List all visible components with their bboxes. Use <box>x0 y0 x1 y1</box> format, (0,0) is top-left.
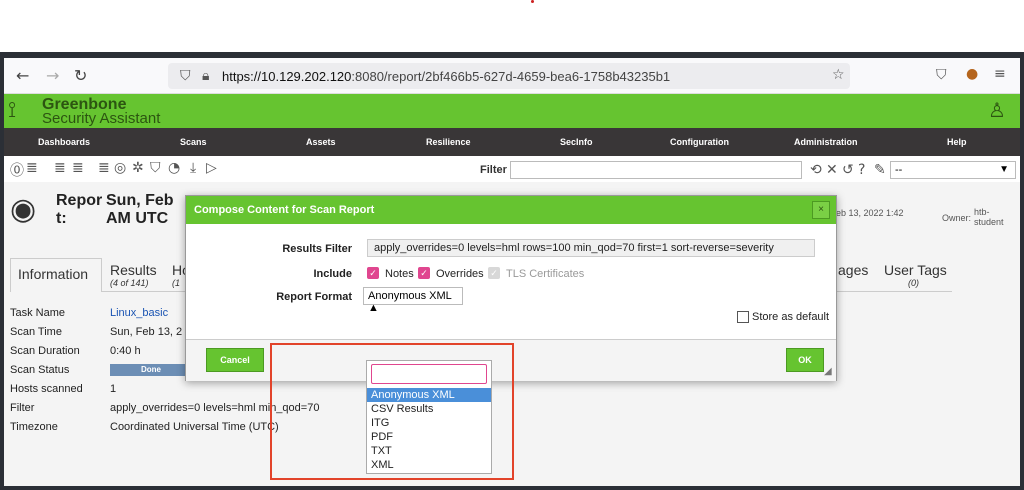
detail-value: Sun, Feb 13, 2 <box>110 326 183 338</box>
menu-help[interactable]: Help <box>947 137 967 147</box>
report-format-label: Report Format <box>276 291 352 303</box>
start-icon[interactable]: ▷ <box>206 160 217 176</box>
owner-value-1: htb- <box>974 207 990 217</box>
detail-label: Hosts scanned <box>10 383 83 395</box>
download-icon[interactable]: ⤓ <box>190 160 196 176</box>
menu-scans[interactable]: Scans <box>180 137 207 147</box>
report-radar-icon: ◉ <box>10 192 37 227</box>
url-host: https://10.129.202.120 <box>222 69 352 84</box>
filter-select[interactable]: -- ▼ <box>890 161 1016 179</box>
tls-label: TLS Certificates <box>506 268 585 280</box>
shield-icon[interactable]: ⛉ <box>180 68 191 84</box>
greenbone-logo-icon: ⟟ <box>8 98 17 123</box>
tab-user-tags[interactable]: User Tags <box>884 262 947 278</box>
menu-administration[interactable]: Administration <box>794 137 858 147</box>
url-text[interactable]: https://10.129.202.120:8080/report/2bf46… <box>222 69 670 84</box>
clear-filter-icon[interactable]: ✕ <box>826 162 838 178</box>
refresh-filter-icon[interactable]: ⟲ <box>810 162 822 178</box>
report-format-select[interactable]: Anonymous XML ▲ <box>363 287 463 314</box>
overrides-checkbox[interactable]: ✓ <box>418 267 430 279</box>
dialog-title: Compose Content for Scan Report <box>194 204 375 216</box>
report-date: eb 13, 2022 1:42 <box>836 208 904 218</box>
red-dot <box>531 0 534 3</box>
menu-dashboards[interactable]: Dashboards <box>38 137 90 147</box>
report-title-a: Repor <box>56 192 103 209</box>
owner-label: Owner: <box>942 213 972 223</box>
store-default-label: Store as default <box>752 311 830 323</box>
include-label: Include <box>313 268 352 280</box>
chevron-down-icon: ▼ <box>999 164 1009 175</box>
notes-label: Notes <box>385 268 414 280</box>
tab-user-tags-count: (0) <box>908 278 919 288</box>
bug-icon[interactable]: ✲ <box>132 160 144 176</box>
close-icon[interactable]: × <box>812 201 830 219</box>
tab-information-label: Information <box>18 266 89 282</box>
filter-label: Filter <box>480 164 507 176</box>
highlight-annotation-box <box>270 343 514 480</box>
browser-window: ← → ↻ ⛉ 🔒︎ https://10.129.202.120:8080/r… <box>4 58 1020 486</box>
report-title-c: Sun, Feb <box>106 192 174 209</box>
lock-icon[interactable]: 🔒︎ <box>202 68 209 84</box>
detail-value-task[interactable]: Linux_basic <box>110 307 168 319</box>
help-icon[interactable]: ⓪ <box>10 160 24 180</box>
cookie-icon[interactable]: ● <box>966 66 978 82</box>
user-icon[interactable]: ♙ <box>988 98 1006 122</box>
dialog-title-bar[interactable]: Compose Content for Scan Report <box>186 196 836 224</box>
owner-value-2: student <box>974 217 1004 227</box>
back-icon[interactable]: ← <box>16 66 29 85</box>
status-badge: Done <box>110 364 192 376</box>
tab-pages[interactable]: ages <box>838 262 868 278</box>
detail-label: Task Name <box>10 307 66 319</box>
tls-checkbox[interactable]: ✓ <box>488 267 500 279</box>
tab-results-count: (4 of 141) <box>110 278 149 288</box>
url-path: :8080/report/2bf466b5-627d-4659-bea6-175… <box>351 69 671 84</box>
results-filter-label: Results Filter <box>282 243 352 255</box>
logo-subtitle: Security Assistant <box>42 110 161 127</box>
store-default-checkbox[interactable] <box>737 311 749 323</box>
pocket-icon[interactable]: ⛉ <box>936 67 947 83</box>
results-filter-input[interactable]: apply_overrides=0 levels=hml rows=100 mi… <box>367 239 815 257</box>
filter-input[interactable] <box>510 161 802 179</box>
resize-handle-icon[interactable]: ◢ <box>824 366 832 377</box>
reset-filter-icon[interactable]: ↺ <box>842 162 854 178</box>
filter-help-icon[interactable]: ? <box>858 162 865 178</box>
tab-hosts-count: (1 <box>172 278 181 288</box>
menu-secinfo[interactable]: SecInfo <box>560 137 593 147</box>
detail-value: 0:40 h <box>110 345 141 357</box>
detail-label: Filter <box>10 402 35 414</box>
tab-information[interactable]: Information <box>10 258 102 292</box>
menu-configuration[interactable]: Configuration <box>670 137 729 147</box>
menu-assets[interactable]: Assets <box>306 137 336 147</box>
menu-icon[interactable]: ≡ <box>994 66 1006 82</box>
browser-toolbar: ← → ↻ ⛉ 🔒︎ https://10.129.202.120:8080/r… <box>4 58 1020 94</box>
detail-label: Timezone <box>10 421 58 433</box>
detail-label: Scan Duration <box>10 345 80 357</box>
forward-icon[interactable]: → <box>46 66 59 85</box>
tab-results[interactable]: Results <box>110 262 157 278</box>
filter-select-value: -- <box>895 164 903 176</box>
detail-label: Scan Status <box>10 364 70 376</box>
cancel-button[interactable]: Cancel <box>206 348 264 372</box>
overrides-label: Overrides <box>436 268 484 280</box>
report-title-b: t: <box>56 210 67 227</box>
filter-list-icon[interactable]: ≣ <box>98 160 110 176</box>
gauge-icon[interactable]: ◔ <box>168 160 180 176</box>
report-title-d: AM UTC <box>106 210 169 227</box>
detail-value: 1 <box>110 383 117 395</box>
results-list-icon[interactable]: ≣ <box>72 160 84 176</box>
reload-icon[interactable]: ↻ <box>74 66 87 85</box>
ok-button[interactable]: OK <box>786 348 824 372</box>
bookmark-star-icon[interactable]: ☆ <box>832 67 845 83</box>
detail-value: Coordinated Universal Time (UTC) <box>110 421 279 433</box>
menu-resilience[interactable]: Resilience <box>426 137 471 147</box>
globe-icon[interactable]: ◎ <box>114 160 126 176</box>
shield-outline-icon[interactable]: ⛉ <box>150 160 161 176</box>
main-menu <box>4 128 1020 156</box>
task-list-icon[interactable]: ≣ <box>54 160 66 176</box>
notes-checkbox[interactable]: ✓ <box>367 267 379 279</box>
list-icon[interactable]: ≣ <box>26 160 38 176</box>
detail-label: Scan Time <box>10 326 62 338</box>
edit-filter-icon[interactable]: ✎ <box>874 162 886 178</box>
